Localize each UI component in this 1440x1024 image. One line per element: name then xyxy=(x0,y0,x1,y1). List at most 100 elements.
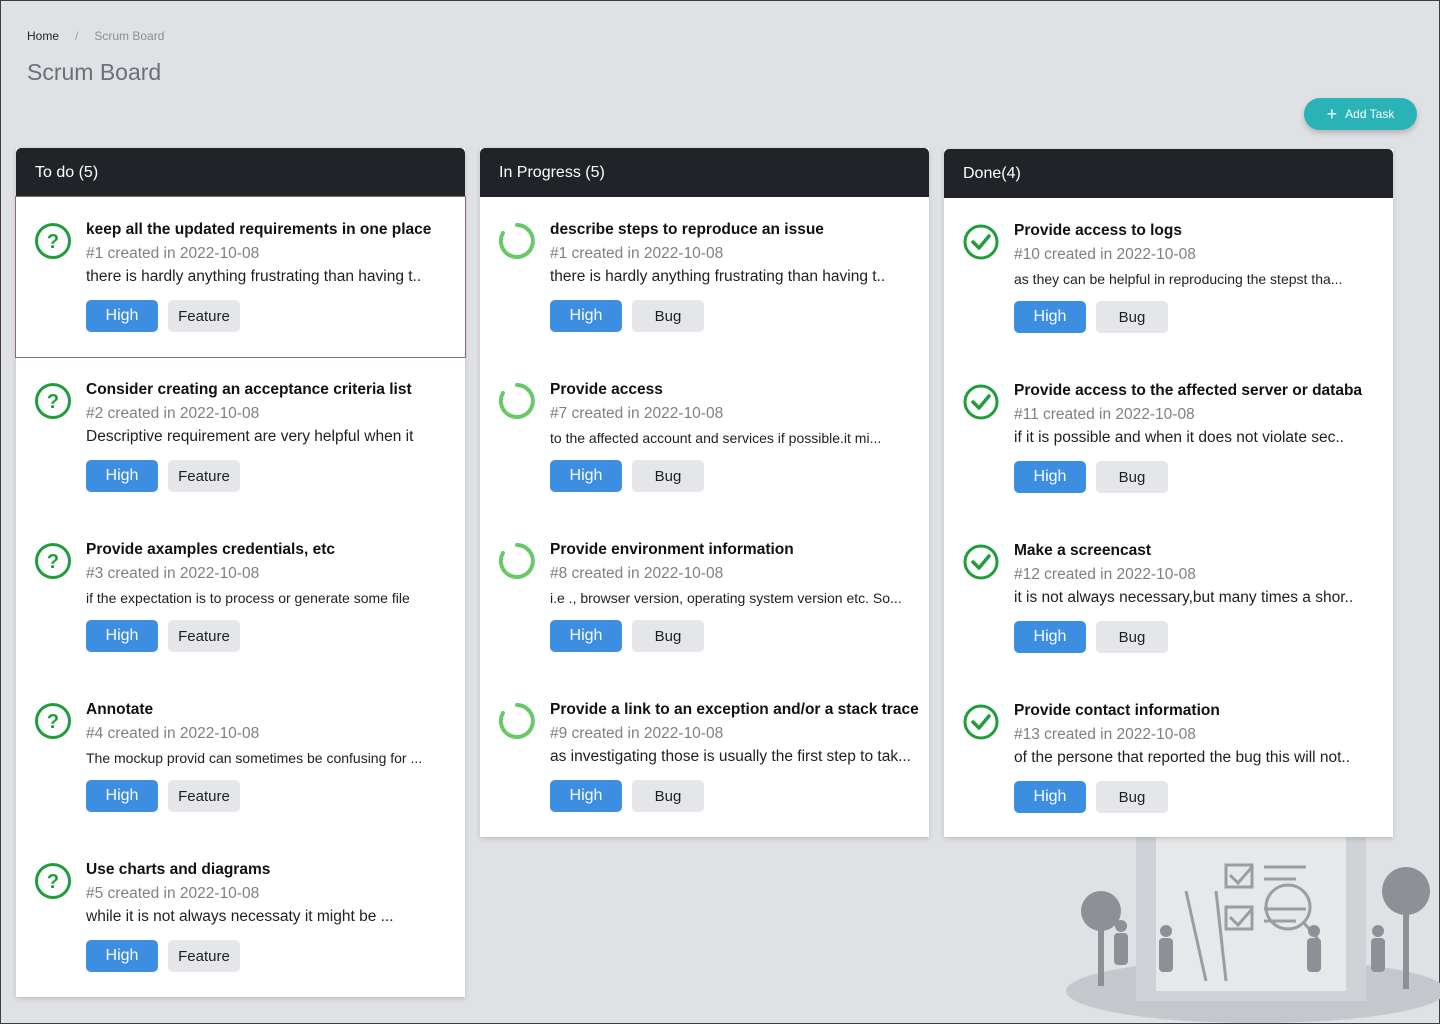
priority-tag[interactable]: High xyxy=(1014,781,1086,813)
type-tag[interactable]: Feature xyxy=(168,300,240,332)
question-icon: ? xyxy=(34,542,72,580)
priority-tag[interactable]: High xyxy=(86,300,158,332)
priority-tag[interactable]: High xyxy=(550,300,622,332)
type-tag[interactable]: Bug xyxy=(1096,781,1168,813)
card-title[interactable]: Provide a link to an exception and/or a … xyxy=(550,701,920,719)
card-title[interactable]: Provide access to logs xyxy=(1014,222,1384,240)
type-tag[interactable]: Bug xyxy=(632,460,704,492)
svg-text:?: ? xyxy=(47,391,59,413)
type-tag[interactable]: Bug xyxy=(1096,461,1168,493)
card-description: there is hardly anything frustrating tha… xyxy=(550,268,886,285)
breadcrumb-home-link[interactable]: Home xyxy=(27,29,59,43)
card-title[interactable]: keep all the updated requirements in one… xyxy=(86,221,456,239)
page-title: Scrum Board xyxy=(27,59,162,85)
column-header: In Progress (5) xyxy=(480,148,929,197)
card-title[interactable]: Provide access xyxy=(550,381,920,399)
check-circle-icon xyxy=(962,543,1000,581)
card-description: as they can be helpful in reproducing th… xyxy=(1014,271,1343,287)
card-description: to the affected account and services if … xyxy=(550,430,882,446)
card-title[interactable]: Provide axamples credentials, etc xyxy=(86,541,456,559)
card-tags: High Bug xyxy=(1014,461,1168,493)
team-checklist-illustration xyxy=(1066,831,1440,1023)
priority-tag[interactable]: High xyxy=(86,940,158,972)
add-task-button[interactable]: + Add Task xyxy=(1304,98,1417,130)
card-title[interactable]: describe steps to reproduce an issue xyxy=(550,221,920,239)
type-tag[interactable]: Bug xyxy=(632,300,704,332)
task-card[interactable]: Provide environment information #8 create… xyxy=(480,517,929,677)
card-description: there is hardly anything frustrating tha… xyxy=(86,268,422,285)
type-tag[interactable]: Feature xyxy=(168,780,240,812)
card-description: of the persone that reported the bug thi… xyxy=(1014,749,1351,766)
task-card[interactable]: describe steps to reproduce an issue #1 c… xyxy=(480,197,929,357)
card-title[interactable]: Provide environment information xyxy=(550,541,920,559)
card-tags: High Bug xyxy=(1014,621,1168,653)
type-tag[interactable]: Bug xyxy=(632,620,704,652)
card-tags: High Bug xyxy=(550,780,704,812)
task-card[interactable]: ? Consider creating an acceptance criteri… xyxy=(16,357,465,517)
task-card[interactable]: ? Provide axamples credentials, etc #3 cre… xyxy=(16,517,465,677)
card-meta: #2 created in 2022-10-08 xyxy=(86,405,260,422)
priority-tag[interactable]: High xyxy=(1014,621,1086,653)
priority-tag[interactable]: High xyxy=(86,620,158,652)
priority-tag[interactable]: High xyxy=(1014,461,1086,493)
card-title[interactable]: Make a screencast xyxy=(1014,542,1384,560)
card-title[interactable]: Provide contact information xyxy=(1014,702,1384,720)
column-header: To do (5) xyxy=(16,148,465,197)
card-description: Descriptive requirement are very helpful… xyxy=(86,428,414,445)
task-card[interactable]: Make a screencast #12 created in 2022-10-… xyxy=(944,518,1393,678)
column-in-progress: In Progress (5) describe steps to reprod… xyxy=(480,148,929,837)
card-description: if the expectation is to process or gene… xyxy=(86,590,410,606)
card-tags: High Feature xyxy=(86,940,240,972)
task-card[interactable]: Provide contact information #13 created i… xyxy=(944,678,1393,838)
card-tags: High Feature xyxy=(86,460,240,492)
card-title[interactable]: Consider creating an acceptance criteria… xyxy=(86,381,456,399)
type-tag[interactable]: Bug xyxy=(1096,621,1168,653)
card-tags: High Bug xyxy=(1014,781,1168,813)
card-tags: High Bug xyxy=(1014,301,1168,333)
priority-tag[interactable]: High xyxy=(550,460,622,492)
card-description: as investigating those is usually the fi… xyxy=(550,748,911,765)
question-icon: ? xyxy=(34,862,72,900)
type-tag[interactable]: Bug xyxy=(1096,301,1168,333)
type-tag[interactable]: Feature xyxy=(168,940,240,972)
card-description: The mockup provid can sometimes be confu… xyxy=(86,750,423,766)
card-tags: High Feature xyxy=(86,620,240,652)
card-title[interactable]: Provide access to the affected server or… xyxy=(1014,382,1384,400)
type-tag[interactable]: Bug xyxy=(632,780,704,812)
check-circle-icon xyxy=(962,383,1000,421)
priority-tag[interactable]: High xyxy=(550,780,622,812)
in-progress-spinner-icon xyxy=(498,542,536,580)
card-description: if it is possible and when it does not v… xyxy=(1014,429,1344,446)
svg-text:?: ? xyxy=(47,711,59,733)
card-description: while it is not always necessaty it migh… xyxy=(86,908,394,925)
card-meta: #1 created in 2022-10-08 xyxy=(86,245,260,262)
card-meta: #8 created in 2022-10-08 xyxy=(550,565,724,582)
task-card[interactable]: ? Use charts and diagrams #5 created in 20… xyxy=(16,837,465,997)
task-card[interactable]: Provide access to logs #10 created in 202… xyxy=(944,198,1393,358)
task-card[interactable]: ? keep all the updated requirements in on… xyxy=(15,196,466,358)
card-description: it is not always necessary,but many time… xyxy=(1014,589,1354,606)
task-card[interactable]: Provide access to the affected server or… xyxy=(944,358,1393,518)
task-card[interactable]: Provide a link to an exception and/or a … xyxy=(480,677,929,837)
column-todo: To do (5) ? keep all the updated requirem… xyxy=(15,148,466,997)
priority-tag[interactable]: High xyxy=(86,780,158,812)
card-tags: High Feature xyxy=(86,300,240,332)
priority-tag[interactable]: High xyxy=(1014,301,1086,333)
svg-text:?: ? xyxy=(47,871,59,893)
card-tags: High Bug xyxy=(550,460,704,492)
task-card[interactable]: ? Annotate #4 created in 2022-10-08 The moc… xyxy=(16,677,465,837)
card-title[interactable]: Use charts and diagrams xyxy=(86,861,456,879)
question-icon: ? xyxy=(34,702,72,740)
task-card[interactable]: Provide access #7 created in 2022-10-08 to… xyxy=(480,357,929,517)
priority-tag[interactable]: High xyxy=(550,620,622,652)
card-meta: #1 created in 2022-10-08 xyxy=(550,245,724,262)
priority-tag[interactable]: High xyxy=(86,460,158,492)
card-meta: #5 created in 2022-10-08 xyxy=(86,885,260,902)
svg-text:?: ? xyxy=(47,551,59,573)
card-title[interactable]: Annotate xyxy=(86,701,456,719)
card-tags: High Bug xyxy=(550,300,704,332)
type-tag[interactable]: Feature xyxy=(168,620,240,652)
check-circle-icon xyxy=(962,703,1000,741)
type-tag[interactable]: Feature xyxy=(168,460,240,492)
card-tags: High Bug xyxy=(550,620,704,652)
